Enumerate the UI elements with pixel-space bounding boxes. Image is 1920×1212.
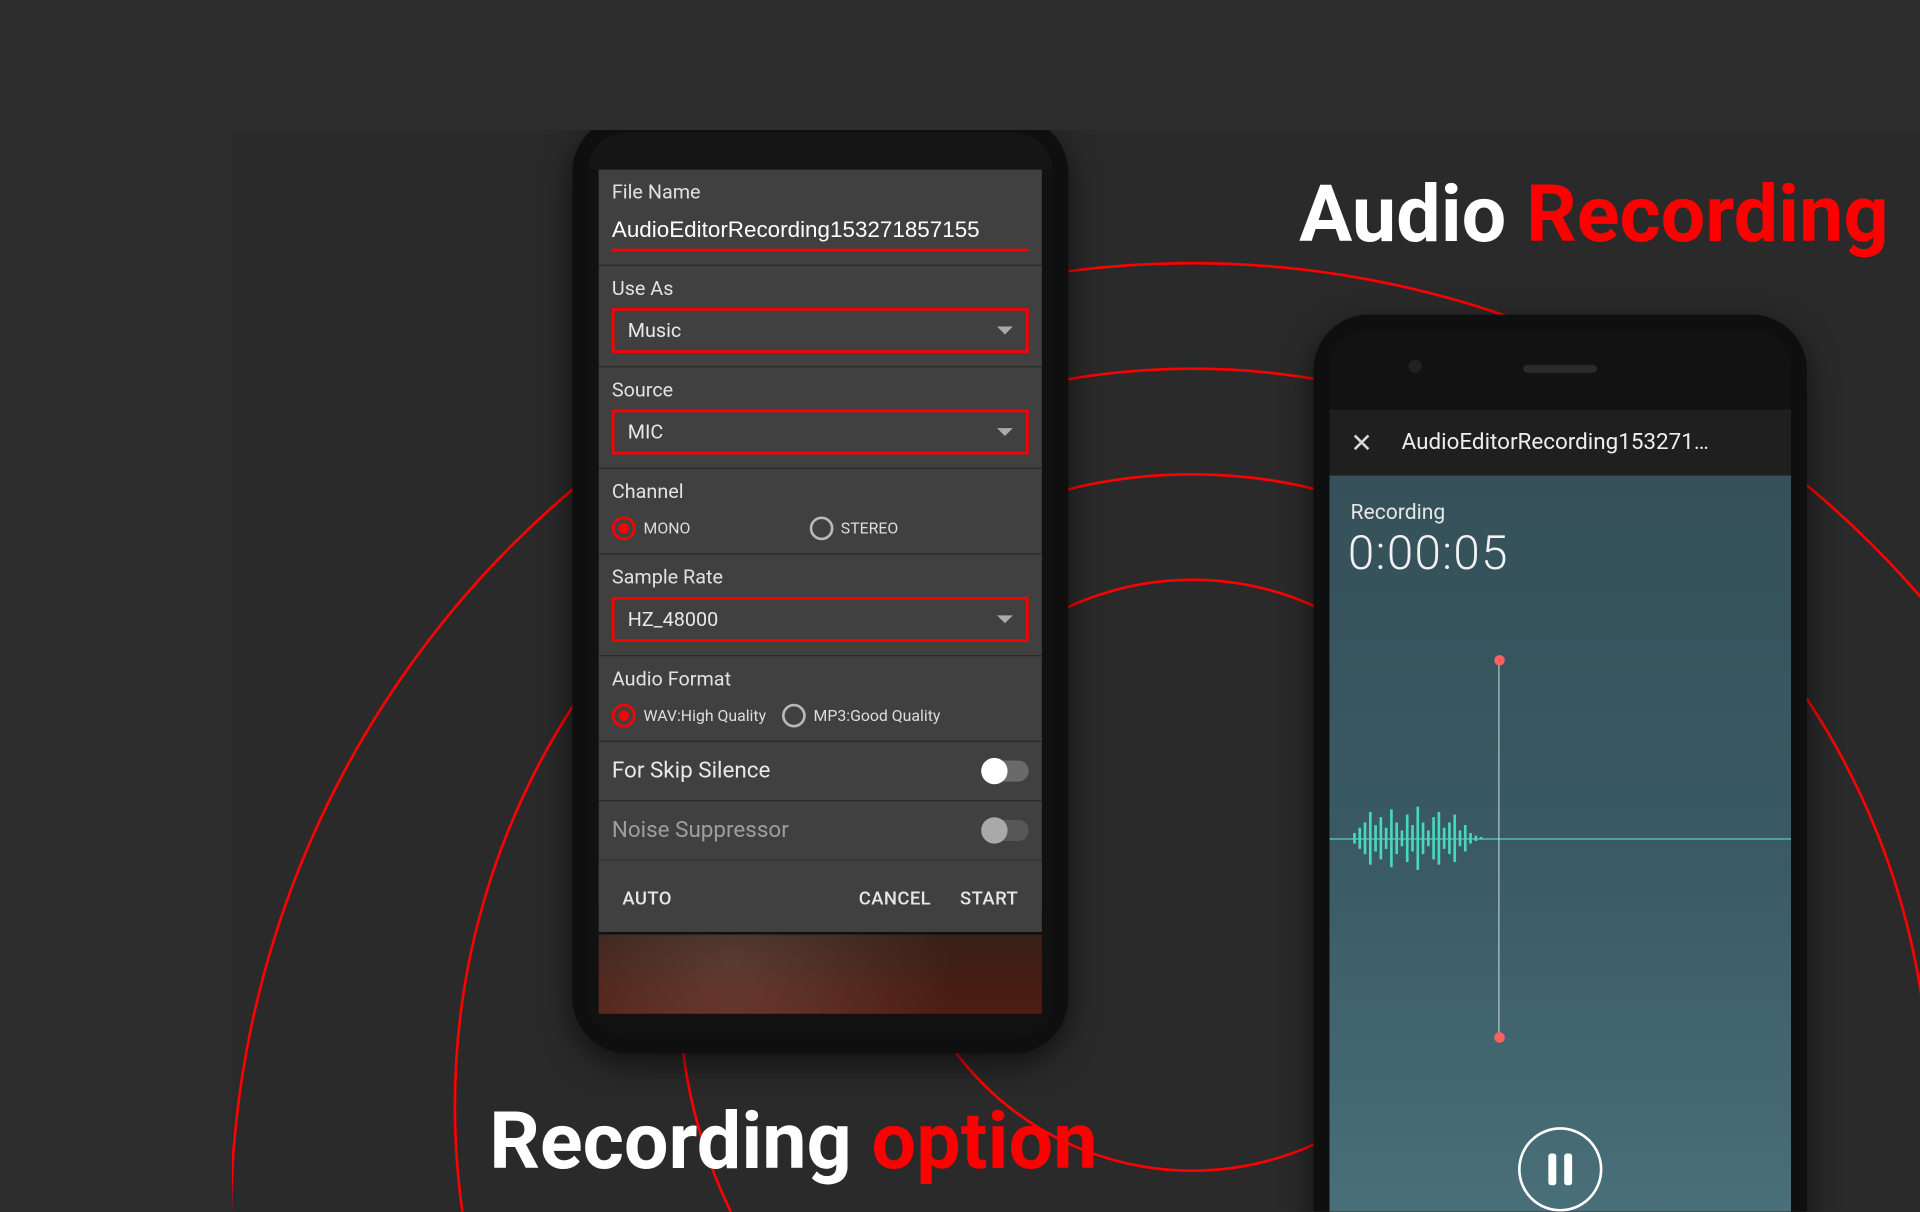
skip-silence-label: For Skip Silence [612, 758, 771, 784]
headline-word: Audio [1299, 167, 1506, 261]
auto-button[interactable]: AUTO [622, 888, 671, 909]
skip-silence-row: For Skip Silence [599, 742, 1042, 801]
caption-word-accent: option [872, 1094, 1098, 1188]
chevron-down-icon [997, 615, 1013, 623]
radio-icon [782, 704, 806, 728]
radio-icon [809, 516, 833, 540]
headline-word-accent: Recording [1526, 167, 1889, 261]
recorder-body: Recording 0:00:05 [1329, 476, 1791, 1212]
skip-silence-toggle[interactable] [984, 760, 1029, 781]
sample-rate-select[interactable]: HZ_48000 [612, 597, 1029, 642]
caption-word: Recording [489, 1094, 852, 1188]
noise-suppressor-row: Noise Suppressor [599, 801, 1042, 860]
pause-button[interactable] [1518, 1127, 1602, 1211]
phone-recorder: ✕ AudioEditorRecording153271… Recording … [1314, 315, 1807, 1212]
filename-section: File Name [599, 170, 1042, 266]
audio-format-section: Audio Format WAV:High Quality MP3:Good Q… [599, 656, 1042, 742]
waveform-icon [1348, 799, 1493, 878]
source-select[interactable]: MIC [612, 410, 1029, 455]
sample-rate-section: Sample Rate HZ_48000 [599, 555, 1042, 657]
filename-input[interactable] [612, 212, 1029, 252]
playhead [1498, 660, 1499, 1037]
promo-stage: Audio Recording Recording option File Na… [232, 130, 1920, 1212]
recording-timer: 0:00:05 [1348, 526, 1509, 581]
phone-screen: ✕ AudioEditorRecording153271… Recording … [1329, 330, 1791, 1211]
format-radio-wav[interactable]: WAV:High Quality [612, 704, 766, 728]
source-label: Source [612, 378, 1029, 402]
cancel-button[interactable]: CANCEL [859, 888, 931, 909]
pause-icon [1548, 1154, 1572, 1186]
noise-suppressor-label: Noise Suppressor [612, 817, 789, 843]
start-button[interactable]: START [960, 888, 1018, 909]
chevron-down-icon [997, 428, 1013, 436]
phone-screen: File Name Use As Music Source MIC [588, 133, 1052, 1038]
channel-radio-mono[interactable]: MONO [612, 516, 691, 540]
sample-rate-value: HZ_48000 [628, 607, 718, 631]
channel-label: Channel [612, 480, 1029, 504]
format-radio-mp3[interactable]: MP3:Good Quality [782, 704, 940, 728]
radio-label: MONO [644, 519, 691, 537]
caption: Recording option [489, 1094, 1097, 1188]
use-as-value: Music [628, 319, 682, 343]
status-bar [588, 133, 1052, 170]
use-as-label: Use As [612, 276, 1029, 300]
waveform [1329, 799, 1791, 878]
front-camera [1409, 360, 1422, 373]
source-section: Source MIC [599, 367, 1042, 469]
use-as-section: Use As Music [599, 266, 1042, 368]
noise-suppressor-toggle[interactable] [984, 820, 1029, 841]
source-value: MIC [628, 420, 664, 444]
dialog-actions: AUTO CANCEL START [599, 866, 1042, 932]
radio-label: STEREO [841, 519, 898, 537]
radio-icon [612, 516, 636, 540]
background-thumbnail [599, 935, 1042, 1014]
phone-settings: File Name Use As Music Source MIC [572, 130, 1068, 1053]
use-as-select[interactable]: Music [612, 308, 1029, 353]
filename-label: File Name [612, 180, 1029, 204]
radio-icon [612, 704, 636, 728]
sample-rate-label: Sample Rate [612, 565, 1029, 589]
radio-label: WAV:High Quality [644, 706, 767, 724]
radio-label: MP3:Good Quality [814, 706, 941, 724]
close-icon[interactable]: ✕ [1351, 427, 1373, 459]
chevron-down-icon [997, 327, 1013, 335]
recording-options-dialog: File Name Use As Music Source MIC [599, 170, 1042, 906]
channel-radio-stereo[interactable]: STEREO [809, 516, 898, 540]
channel-section: Channel MONO STEREO [599, 469, 1042, 555]
speaker-grille [1523, 365, 1597, 373]
audio-format-label: Audio Format [612, 667, 1029, 691]
recorder-toolbar: ✕ AudioEditorRecording153271… [1329, 410, 1791, 476]
recording-status: Recording [1351, 499, 1446, 524]
headline: Audio Recording [1299, 167, 1889, 261]
recorder-title: AudioEditorRecording153271… [1402, 429, 1770, 455]
